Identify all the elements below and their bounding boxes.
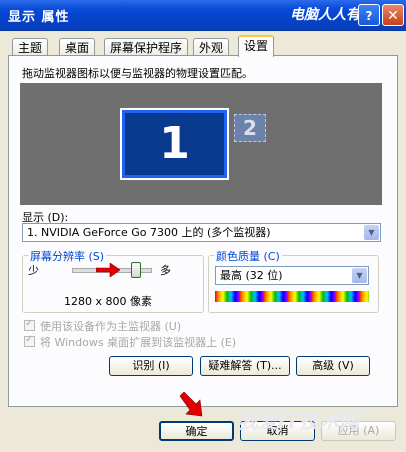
instruction-text: 拖动监视器图标以便与监视器的物理设置匹配。 (22, 67, 253, 80)
close-button[interactable]: ✕ (382, 4, 404, 26)
color-quality-group-title: 颜色质量 (C) (214, 248, 282, 264)
slider-more-label: 多 (160, 264, 171, 277)
display-select[interactable]: 1. NVIDIA GeForce Go 7300 上的 (多个监视器) ▼ (22, 223, 381, 242)
monitor-1-icon[interactable]: 1 (120, 108, 229, 180)
extend-desktop-label: 将 Windows 桌面扩展到该监视器上 (E) (40, 336, 237, 349)
monitor-2-icon[interactable]: 2 (234, 114, 266, 142)
extend-desktop-checkbox[interactable] (24, 334, 35, 347)
tab-screensaver[interactable]: 屏幕保护程序 (104, 38, 189, 56)
advanced-button[interactable]: 高级 (V) (296, 356, 370, 376)
display-properties-window: 显示 属性 电脑人人有 ? ✕ 主题 桌面 屏幕保护程序 外观 设置 拖动监视器… (0, 0, 406, 452)
monitor-1-number: 1 (159, 118, 190, 169)
ok-button[interactable]: 确定 (159, 421, 234, 441)
help-button[interactable]: ? (358, 4, 380, 26)
chevron-down-icon[interactable]: ▼ (364, 225, 379, 240)
tab-desktop[interactable]: 桌面 (59, 38, 96, 56)
display-select-value: 1. NVIDIA GeForce Go 7300 上的 (多个监视器) (27, 226, 271, 239)
color-quality-value: 最高 (32 位) (220, 269, 283, 282)
chevron-down-icon[interactable]: ▼ (352, 268, 367, 283)
monitor-2-number: 2 (243, 116, 257, 140)
resolution-group-title: 屏幕分辨率 (S) (28, 248, 107, 264)
watermark-top: 电脑人人有 (290, 7, 360, 23)
resolution-value: 1280 x 800 像素 (64, 295, 152, 308)
title-bar[interactable]: 显示 属性 电脑人人有 ? ✕ (0, 0, 406, 31)
slider-less-label: 少 (28, 264, 39, 277)
primary-monitor-label: 使用该设备作为主监视器 (U) (40, 320, 182, 333)
tab-themes[interactable]: 主题 (12, 38, 49, 56)
identify-button[interactable]: 识别 (I) (109, 356, 193, 376)
troubleshoot-button[interactable]: 疑难解答 (T)... (200, 356, 290, 376)
red-pointer-arrow-icon (179, 392, 203, 417)
resolution-slider-thumb[interactable] (131, 262, 141, 278)
window-title: 显示 属性 (8, 10, 70, 25)
tab-settings[interactable]: 设置 (238, 35, 275, 57)
color-quality-select[interactable]: 最高 (32 位) ▼ (215, 266, 369, 285)
tab-appearance[interactable]: 外观 (193, 38, 230, 56)
primary-monitor-checkbox[interactable] (24, 318, 35, 331)
color-spectrum-bar (215, 291, 369, 302)
red-arrow-icon (96, 263, 120, 277)
watermark-bottom: 我爱IT技术网 (238, 409, 360, 433)
